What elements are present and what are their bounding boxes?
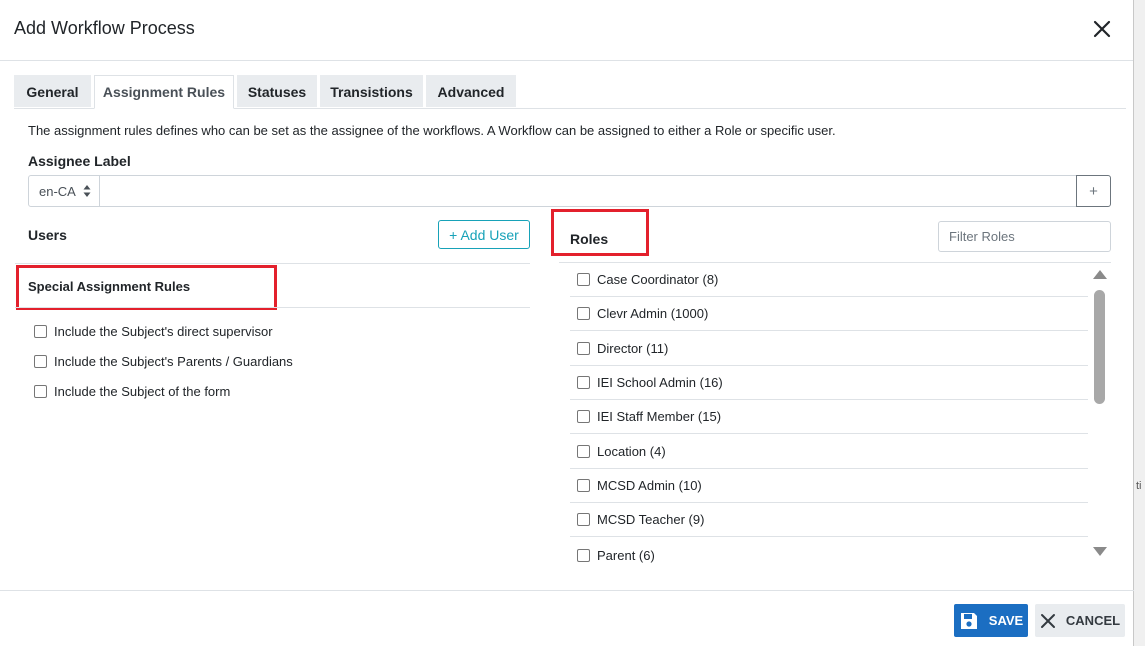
highlight-box-roles <box>551 209 649 256</box>
dialog-header: Add Workflow Process <box>0 0 1133 61</box>
save-button-label: SAVE <box>988 613 1024 628</box>
add-label-button[interactable]: + <box>1076 175 1111 207</box>
tab-advanced[interactable]: Advanced <box>426 75 516 107</box>
role-item-label: Case Coordinator (8) <box>597 272 719 287</box>
rule-item-label: Include the Subject's Parents / Guardian… <box>54 353 293 369</box>
role-item-label: Parent (6) <box>597 547 655 563</box>
role-item[interactable]: Location (4) <box>570 435 1088 469</box>
role-item-label: MCSD Admin (10) <box>597 478 702 493</box>
checkbox[interactable] <box>577 548 590 562</box>
cancel-button[interactable]: CANCEL <box>1035 604 1125 637</box>
roles-list: Case Coordinator (8) Clevr Admin (1000) … <box>570 263 1088 563</box>
role-item-label: Clevr Admin (1000) <box>597 306 709 321</box>
tab-bar: General Assignment Rules Statuses Transi… <box>14 75 1126 109</box>
role-item[interactable]: IEI Staff Member (15) <box>570 400 1088 434</box>
page-background-edge <box>1134 0 1145 646</box>
close-button[interactable] <box>1090 17 1114 41</box>
roles-scrollbar[interactable] <box>1092 266 1107 562</box>
assignment-description: The assignment rules defines who can be … <box>28 123 836 138</box>
background-text: ti <box>1136 480 1142 492</box>
role-item[interactable]: IEI School Admin (16) <box>570 366 1088 400</box>
role-item[interactable]: Case Coordinator (8) <box>570 263 1088 297</box>
highlight-box-special-rules <box>16 265 277 310</box>
divider <box>15 263 530 264</box>
checkbox[interactable] <box>577 445 590 458</box>
checkbox[interactable] <box>577 479 590 492</box>
tab-transistions[interactable]: Transistions <box>320 75 423 107</box>
tab-general[interactable]: General <box>14 75 91 107</box>
rule-item-parents-guardians[interactable]: Include the Subject's Parents / Guardian… <box>34 353 293 369</box>
divider <box>15 307 530 308</box>
checkbox[interactable] <box>577 410 590 423</box>
sort-icon <box>83 185 91 197</box>
rule-item-label: Include the Subject's direct supervisor <box>54 323 273 339</box>
cancel-button-label: CANCEL <box>1065 613 1121 628</box>
scroll-down-arrow-icon[interactable] <box>1093 547 1107 556</box>
x-icon <box>1040 613 1055 628</box>
role-item[interactable]: MCSD Admin (10) <box>570 469 1088 503</box>
checkbox[interactable] <box>34 354 47 368</box>
floppy-disk-icon <box>960 612 977 629</box>
assignee-label-heading: Assignee Label <box>28 153 131 169</box>
scroll-up-arrow-icon[interactable] <box>1093 270 1107 279</box>
role-item[interactable]: Parent (6) <box>570 538 1088 563</box>
rule-item-direct-supervisor[interactable]: Include the Subject's direct supervisor <box>34 323 273 339</box>
checkbox[interactable] <box>577 376 590 389</box>
assignee-label-input[interactable] <box>99 175 1077 207</box>
checkbox[interactable] <box>34 384 47 398</box>
rule-item-label: Include the Subject of the form <box>54 383 231 399</box>
tab-assignment-rules[interactable]: Assignment Rules <box>94 75 234 109</box>
dialog-title: Add Workflow Process <box>14 18 195 38</box>
checkbox[interactable] <box>577 342 590 355</box>
add-user-button[interactable]: + Add User <box>438 220 530 249</box>
users-heading: Users <box>28 227 67 243</box>
role-item-label: IEI School Admin (16) <box>597 375 723 390</box>
scroll-thumb[interactable] <box>1094 290 1105 404</box>
checkbox[interactable] <box>577 513 590 526</box>
filter-roles-input[interactable] <box>938 221 1111 252</box>
role-item-label: Director (11) <box>597 341 669 356</box>
save-button[interactable]: SAVE <box>954 604 1028 637</box>
assignee-label-row: en-CA + <box>28 175 1111 207</box>
language-select[interactable]: en-CA <box>28 175 100 207</box>
role-item-label: Location (4) <box>597 444 666 459</box>
rule-item-subject-of-form[interactable]: Include the Subject of the form <box>34 383 230 399</box>
checkbox[interactable] <box>577 307 590 320</box>
role-item[interactable]: Director (11) <box>570 332 1088 366</box>
add-workflow-dialog: Add Workflow Process General Assignment … <box>0 0 1134 646</box>
checkbox[interactable] <box>34 324 47 338</box>
close-icon <box>1093 20 1111 38</box>
checkbox[interactable] <box>577 273 590 286</box>
role-item[interactable]: Clevr Admin (1000) <box>570 297 1088 331</box>
role-item-label: IEI Staff Member (15) <box>597 409 722 424</box>
tab-statuses[interactable]: Statuses <box>237 75 317 107</box>
role-item[interactable]: MCSD Teacher (9) <box>570 503 1088 537</box>
role-item-label: MCSD Teacher (9) <box>597 512 705 527</box>
language-select-value: en-CA <box>39 183 76 199</box>
